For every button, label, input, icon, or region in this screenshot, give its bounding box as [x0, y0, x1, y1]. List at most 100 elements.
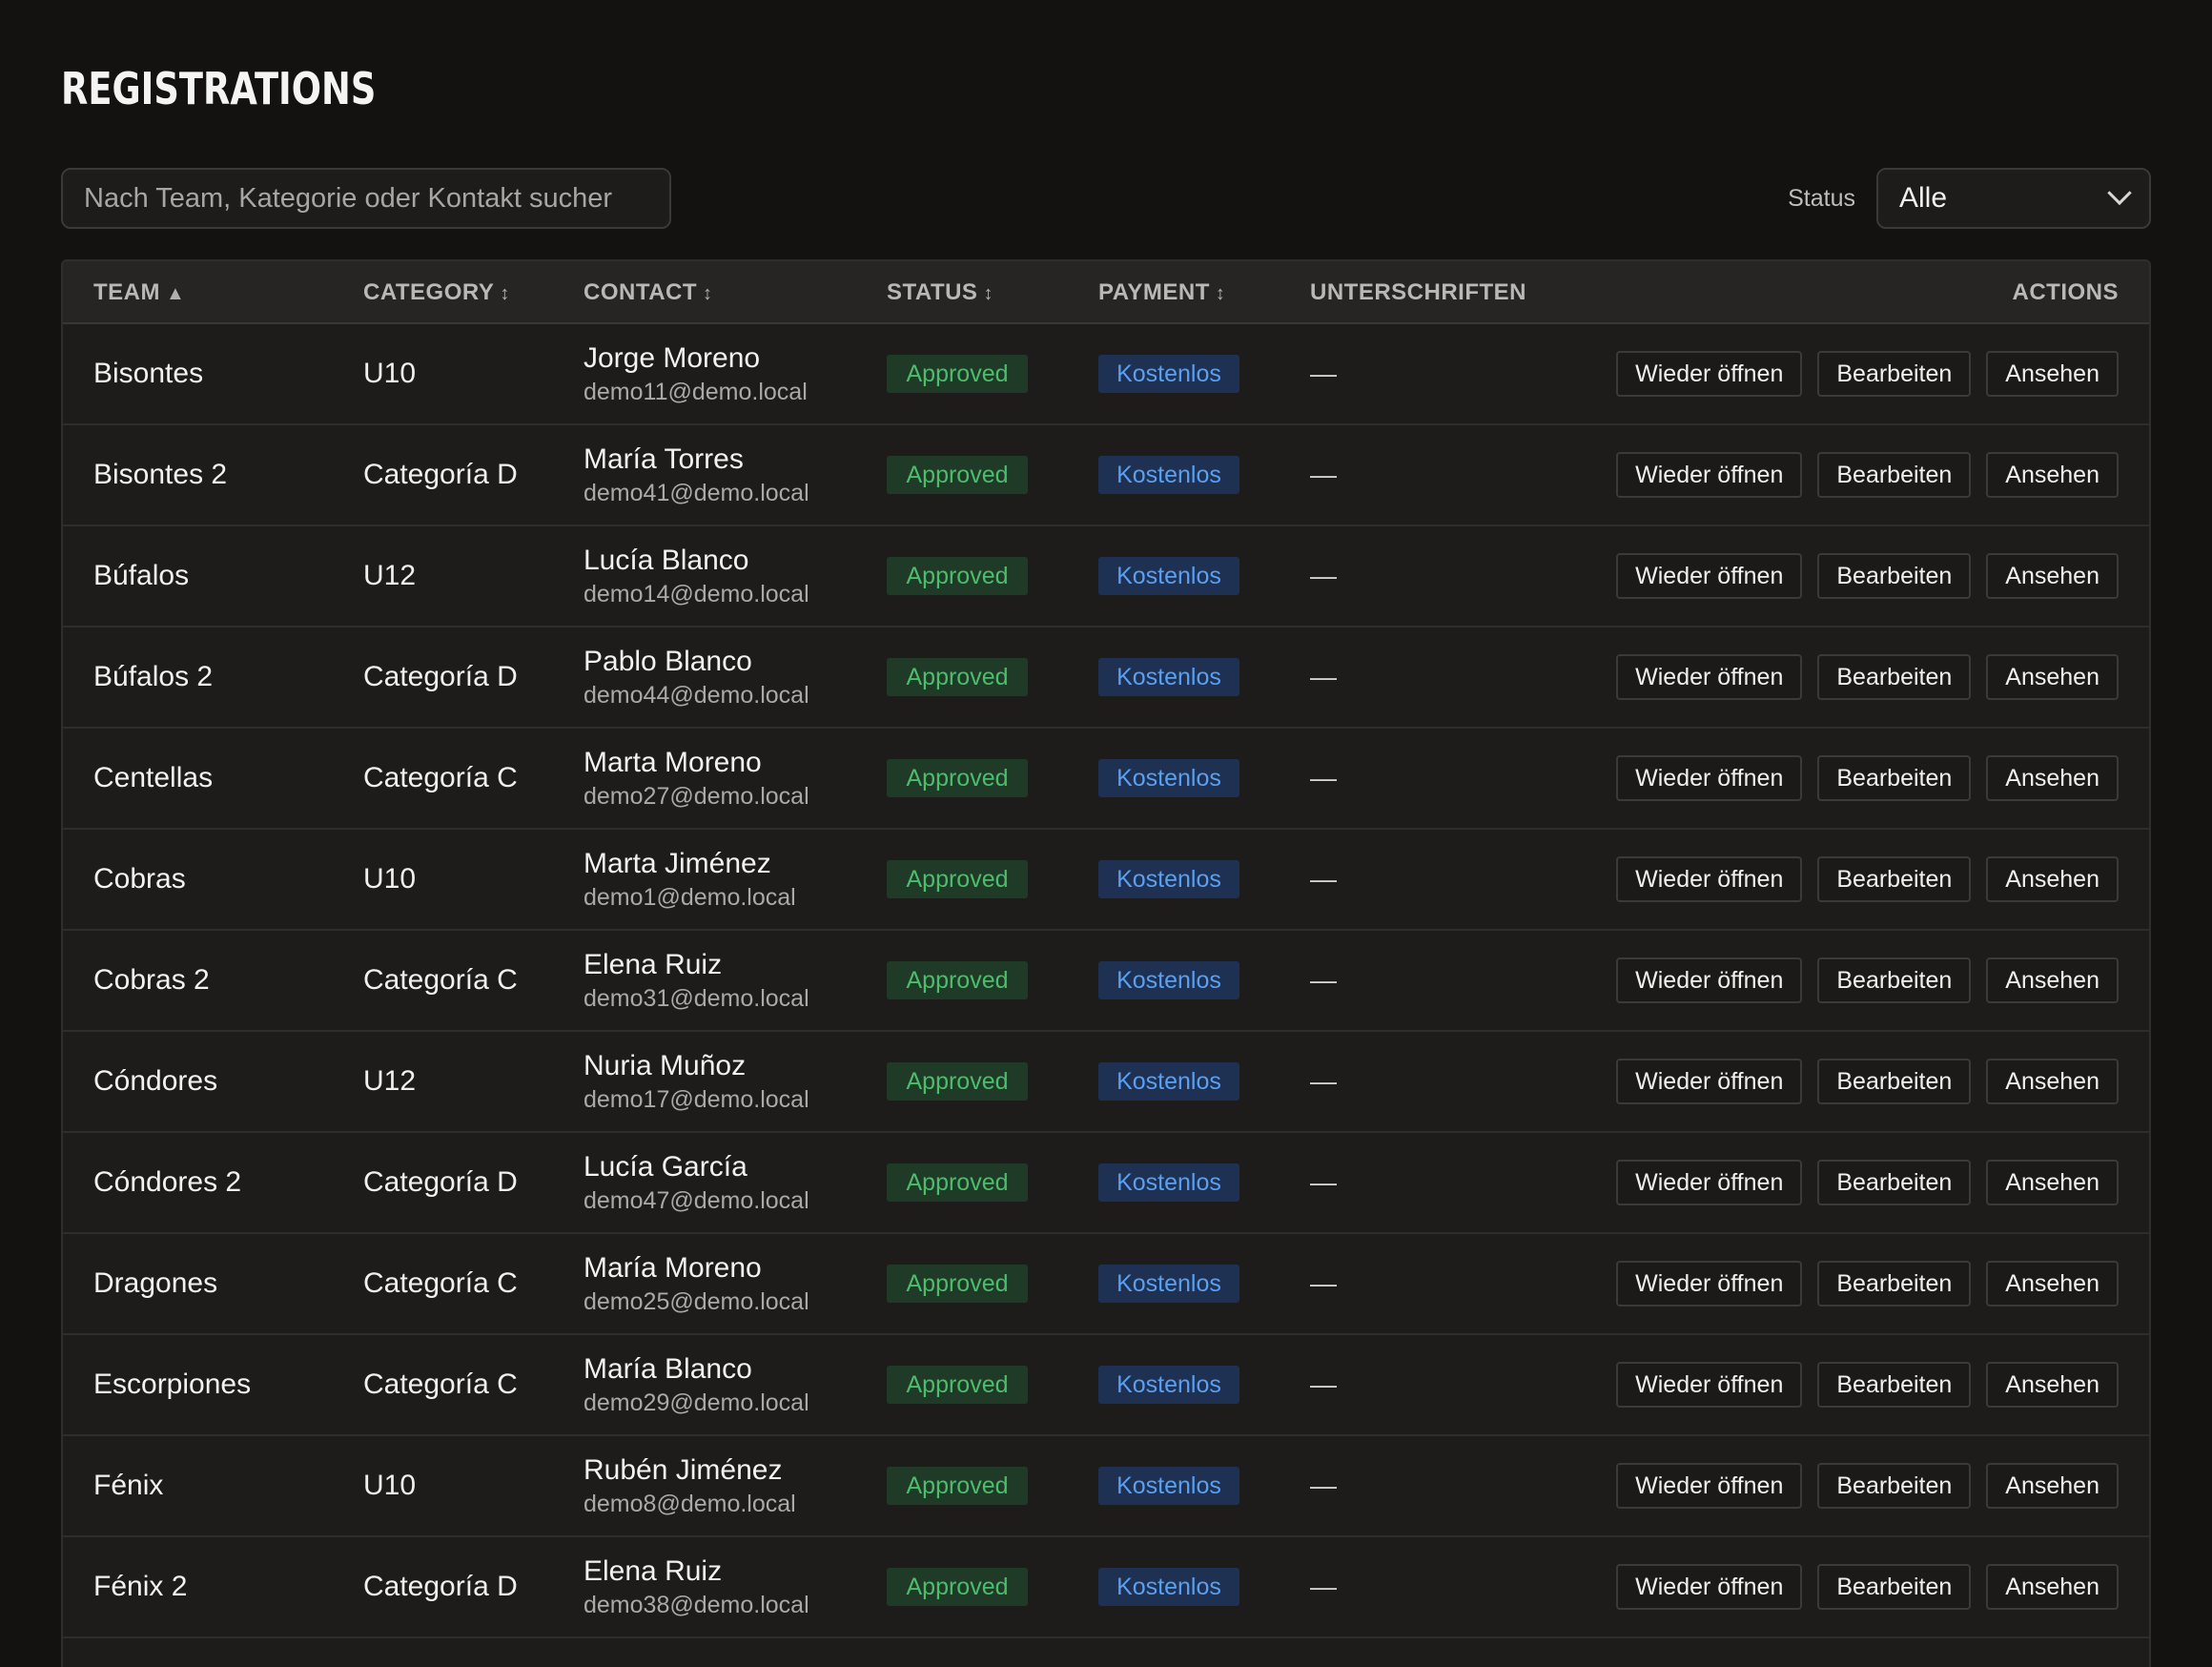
contact-email: demo11@demo.local [584, 378, 808, 405]
view-button[interactable]: Ansehen [1986, 452, 2119, 498]
reopen-button[interactable]: Wieder öffnen [1616, 1261, 1803, 1307]
category: Categoría C [363, 1369, 518, 1400]
view-button[interactable]: Ansehen [1986, 1059, 2119, 1104]
edit-button[interactable]: Bearbeiten [1817, 351, 1972, 397]
contact-email: demo25@demo.local [584, 1287, 809, 1315]
contact: Elena Ruiz demo38@demo.local [584, 1537, 809, 1636]
view-button[interactable]: Ansehen [1986, 553, 2119, 599]
status-cell: Approved [887, 931, 1028, 1030]
reopen-button[interactable]: Wieder öffnen [1616, 957, 1803, 1003]
reopen-button[interactable]: Wieder öffnen [1616, 1463, 1803, 1509]
contact-email: demo1@demo.local [584, 883, 796, 911]
contact-email: demo47@demo.local [584, 1186, 809, 1214]
contact-name: María Torres [584, 442, 744, 475]
team-name: Cobras 2 [93, 964, 210, 996]
payment-cell: Kostenlos [1098, 1032, 1239, 1131]
payment-cell: Kostenlos [1098, 1436, 1239, 1535]
reopen-button[interactable]: Wieder öffnen [1616, 1362, 1803, 1408]
reopen-button[interactable]: Wieder öffnen [1616, 452, 1803, 498]
reopen-button[interactable]: Wieder öffnen [1616, 1059, 1803, 1104]
reopen-button[interactable]: Wieder öffnen [1616, 1564, 1803, 1610]
row-actions: Wieder öffnen Bearbeiten Ansehen [1601, 1436, 2119, 1535]
team-name: Bisontes [93, 358, 204, 389]
status-cell: Approved [887, 729, 1028, 828]
status-filter-label: Status [1788, 184, 1855, 212]
table-header: TEAM ▲ CATEGORY ↕ CONTACT ↕ STATUS ↕ PAYMENT… [63, 261, 2149, 324]
contact-name: Rubén Jiménez [584, 1453, 783, 1486]
table-row: Escorpiones Categoría C María Blanco dem… [63, 1335, 2149, 1436]
contact-name: María Blanco [584, 1352, 752, 1385]
status-badge: Approved [887, 1467, 1028, 1505]
column-header-team[interactable]: TEAM ▲ [93, 261, 185, 324]
table-row: Bisontes 2 Categoría D María Torres demo… [63, 425, 2149, 526]
status-filter: Status Alle [1788, 168, 2151, 229]
reopen-button[interactable]: Wieder öffnen [1616, 553, 1803, 599]
edit-button[interactable]: Bearbeiten [1817, 1463, 1972, 1509]
payment-badge: Kostenlos [1098, 1062, 1239, 1101]
reopen-button[interactable]: Wieder öffnen [1616, 1160, 1803, 1205]
status-badge: Approved [887, 961, 1028, 999]
view-button[interactable]: Ansehen [1986, 1261, 2119, 1307]
status-cell: Approved [887, 1537, 1028, 1636]
reopen-button[interactable]: Wieder öffnen [1616, 654, 1803, 700]
view-button[interactable]: Ansehen [1986, 755, 2119, 801]
view-button[interactable]: Ansehen [1986, 351, 2119, 397]
payment-cell: Kostenlos [1098, 931, 1239, 1030]
view-button[interactable]: Ansehen [1986, 1362, 2119, 1408]
column-header-status[interactable]: STATUS ↕ [887, 261, 993, 324]
edit-button[interactable]: Bearbeiten [1817, 654, 1972, 700]
view-button[interactable]: Ansehen [1986, 654, 2119, 700]
team-name: Centellas [93, 762, 214, 793]
reopen-button[interactable]: Wieder öffnen [1616, 755, 1803, 801]
view-button[interactable]: Ansehen [1986, 1564, 2119, 1610]
category: U12 [363, 560, 417, 591]
status-select[interactable]: Alle [1876, 168, 2151, 229]
payment-cell: Kostenlos [1098, 526, 1239, 626]
row-actions: Wieder öffnen Bearbeiten Ansehen [1601, 1537, 2119, 1636]
row-actions: Wieder öffnen Bearbeiten Ansehen [1601, 729, 2119, 828]
contact-email: demo44@demo.local [584, 681, 809, 709]
view-button[interactable]: Ansehen [1986, 957, 2119, 1003]
view-button[interactable]: Ansehen [1986, 856, 2119, 902]
sort-icon: ↕ [703, 283, 713, 304]
edit-button[interactable]: Bearbeiten [1817, 1362, 1972, 1408]
contact: Rubén Jiménez demo8@demo.local [584, 1436, 796, 1535]
edit-button[interactable]: Bearbeiten [1817, 957, 1972, 1003]
edit-button[interactable]: Bearbeiten [1817, 1160, 1972, 1205]
edit-button[interactable]: Bearbeiten [1817, 1059, 1972, 1104]
signatures-value: — [1310, 359, 1337, 388]
contact-email: demo8@demo.local [584, 1490, 796, 1517]
column-header-category[interactable]: CATEGORY ↕ [363, 261, 510, 324]
status-badge: Approved [887, 1568, 1028, 1606]
row-actions: Wieder öffnen Bearbeiten Ansehen [1601, 425, 2119, 525]
status-badge: Approved [887, 1265, 1028, 1303]
payment-cell: Kostenlos [1098, 1537, 1239, 1636]
edit-button[interactable]: Bearbeiten [1817, 1564, 1972, 1610]
status-cell: Approved [887, 425, 1028, 525]
contact-email: demo41@demo.local [584, 479, 809, 506]
column-header-contact[interactable]: CONTACT ↕ [584, 261, 713, 324]
view-button[interactable]: Ansehen [1986, 1160, 2119, 1205]
reopen-button[interactable]: Wieder öffnen [1616, 856, 1803, 902]
contact-email: demo31@demo.local [584, 984, 809, 1012]
category: U10 [363, 863, 417, 895]
row-actions: Wieder öffnen Bearbeiten Ansehen [1601, 1032, 2119, 1131]
edit-button[interactable]: Bearbeiten [1817, 755, 1972, 801]
contact: Elena Ruiz demo31@demo.local [584, 931, 809, 1030]
contact-name: Marta Moreno [584, 746, 762, 778]
signatures-value: — [1310, 1066, 1337, 1096]
reopen-button[interactable]: Wieder öffnen [1616, 351, 1803, 397]
payment-cell: Kostenlos [1098, 628, 1239, 727]
search-input[interactable] [61, 168, 671, 229]
edit-button[interactable]: Bearbeiten [1817, 553, 1972, 599]
table-row: Búfalos U12 Lucía Blanco demo14@demo.loc… [63, 526, 2149, 628]
column-header-payment[interactable]: PAYMENT ↕ [1098, 261, 1225, 324]
contact: Nuria Muñoz demo17@demo.local [584, 1032, 809, 1131]
table-row: Fénix U10 Rubén Jiménez demo8@demo.local… [63, 1436, 2149, 1537]
edit-button[interactable]: Bearbeiten [1817, 452, 1972, 498]
contact-name: Lucía García [584, 1150, 748, 1183]
edit-button[interactable]: Bearbeiten [1817, 856, 1972, 902]
edit-button[interactable]: Bearbeiten [1817, 1261, 1972, 1307]
status-badge: Approved [887, 355, 1028, 393]
view-button[interactable]: Ansehen [1986, 1463, 2119, 1509]
